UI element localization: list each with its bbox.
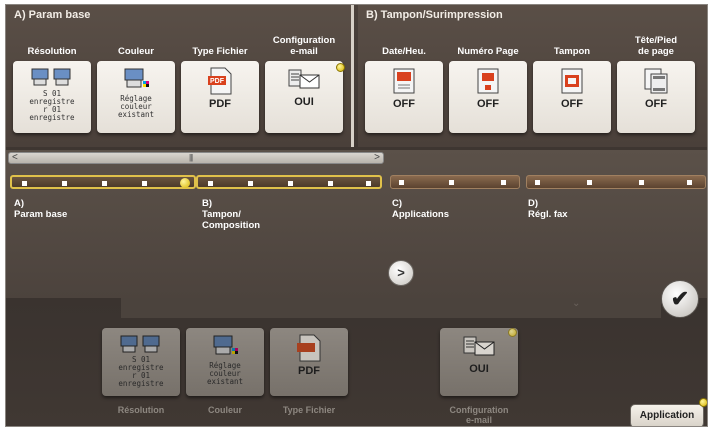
scroll-left-arrow[interactable]: < xyxy=(12,152,18,163)
category-d-letter: D) xyxy=(528,198,539,209)
horizontal-scrollbar[interactable]: < ||| > xyxy=(8,152,384,164)
tampon-tile[interactable]: OFF xyxy=(533,61,611,133)
pdf-file-icon xyxy=(297,334,321,362)
category-c-name: Applications xyxy=(392,209,450,220)
func-tampon-label: Tampon xyxy=(553,46,591,57)
shortcut-config-email[interactable]: OUI xyxy=(440,328,518,396)
email-icon xyxy=(288,69,320,89)
shortcut-config-email-label: Configuration e-mail xyxy=(434,405,524,425)
config-email-value: OUI xyxy=(294,96,314,108)
tete-pied-tile[interactable]: OFF xyxy=(617,61,695,133)
config-email-label-2: e-mail xyxy=(290,46,318,57)
func-numero-page-label: Numéro Page xyxy=(457,46,519,57)
color-scanner-icon xyxy=(124,68,149,88)
date-heure-value: OFF xyxy=(393,98,415,110)
tete-pied-label-1: Tête/Pied xyxy=(634,35,678,46)
shortcut-resolution[interactable]: S 01 enregistre r 01 enregistre xyxy=(102,328,180,396)
shortcut-couleur[interactable]: Réglage couleur existant xyxy=(186,328,264,396)
category-b-name-2: Composition xyxy=(202,220,261,231)
color-scanner-icon xyxy=(213,335,238,355)
func-config-email-label: Configuration e-mail xyxy=(264,33,344,57)
config-email-label-1: Configuration xyxy=(272,35,336,46)
shortcut-tray: ⌄ S 01 enregistre r 01 enregistre Résolu… xyxy=(6,298,707,426)
type-fichier-value: PDF xyxy=(209,98,231,110)
numero-page-value: OFF xyxy=(477,98,499,110)
pdf-file-icon: PDF xyxy=(208,67,232,95)
setting-changed-indicator xyxy=(508,328,517,337)
tete-pied-label-2: de page xyxy=(638,46,674,57)
track-tampon[interactable] xyxy=(196,175,382,189)
track-regl-fax[interactable] xyxy=(526,175,706,189)
shortcut-config-email-value: OUI xyxy=(469,363,489,375)
date-stamp-icon xyxy=(393,68,415,94)
func-type-fichier-label: Type Fichier xyxy=(192,46,248,57)
confirm-check-button[interactable]: ✔ xyxy=(661,280,699,318)
shortcut-type-fichier[interactable]: PDF xyxy=(270,328,348,396)
func-date-heure[interactable]: Date/Heu. OFF xyxy=(364,33,444,133)
copier-control-panel: A) Param base Résolution S 01 enregistre… xyxy=(5,4,708,427)
category-d-name: Régl. fax xyxy=(528,209,568,220)
header-footer-icon xyxy=(644,68,668,94)
tete-pied-value: OFF xyxy=(645,98,667,110)
application-indicator xyxy=(699,398,707,407)
category-b-letter: B) xyxy=(202,198,213,209)
shortcut-couleur-label: Couleur xyxy=(207,405,242,415)
func-tete-pied[interactable]: Tête/Pied de page OFF xyxy=(616,33,696,133)
category-param-base[interactable]: A) Param base xyxy=(14,198,67,220)
panel-param-base: A) Param base Résolution S 01 enregistre… xyxy=(6,5,354,147)
func-tete-pied-label: Tête/Pied de page xyxy=(616,33,696,57)
panel-a-title: A) Param base xyxy=(14,9,91,21)
couleur-value-3: existant xyxy=(117,110,155,119)
svg-text:PDF: PDF xyxy=(210,78,225,85)
shortcut-config-email-label-2: e-mail xyxy=(465,415,492,425)
panel-b-title: B) Tampon/Surimpression xyxy=(366,9,503,21)
category-navigator: < ||| > A) Param base B) Tampon/ Composi… xyxy=(6,150,707,298)
func-resolution[interactable]: Résolution S 01 enregistre r 01 enregist… xyxy=(12,33,92,133)
type-fichier-tile[interactable]: PDF PDF xyxy=(181,61,259,133)
shortcut-config-email-label-1: Configuration xyxy=(449,405,509,415)
shortcut-resolution-label: Résolution xyxy=(117,405,165,415)
shortcut-resolution-value-4: enregistre xyxy=(118,379,164,388)
category-tampon-composition[interactable]: B) Tampon/ Composition xyxy=(202,198,260,231)
shortcut-couleur-value-3: existant xyxy=(206,377,244,386)
func-couleur-label: Couleur xyxy=(118,46,154,57)
tampon-value: OFF xyxy=(561,98,583,110)
scroll-thumb[interactable]: ||| xyxy=(189,153,193,162)
next-page-button[interactable]: > xyxy=(388,260,414,286)
category-a-letter: A) xyxy=(14,198,25,209)
category-c-letter: C) xyxy=(392,198,403,209)
email-icon xyxy=(463,336,495,356)
func-couleur[interactable]: Couleur Réglage couleur existant xyxy=(96,33,176,133)
resolution-tile[interactable]: S 01 enregistre r 01 enregistre xyxy=(13,61,91,133)
func-numero-page[interactable]: Numéro Page OFF xyxy=(448,33,528,133)
category-b-name-1: Tampon/ xyxy=(202,209,241,220)
scroll-right-arrow[interactable]: > xyxy=(374,152,380,163)
shortcut-type-fichier-value: PDF xyxy=(298,365,320,377)
scanner-pair-icon xyxy=(120,335,160,353)
page-number-icon xyxy=(477,68,499,94)
category-applications[interactable]: C) Applications xyxy=(392,198,449,220)
stamp-icon xyxy=(561,68,583,94)
track-position-knob xyxy=(180,178,190,188)
date-heure-tile[interactable]: OFF xyxy=(365,61,443,133)
func-date-heure-label: Date/Heu. xyxy=(382,46,426,57)
setting-changed-indicator xyxy=(336,63,345,72)
track-param-base[interactable] xyxy=(10,175,196,189)
panel-tampon-surimpression: B) Tampon/Surimpression Date/Heu. OFF Nu… xyxy=(358,5,707,147)
chevron-down-icon: ⌄ xyxy=(572,298,581,309)
func-config-email[interactable]: Configuration e-mail OUI xyxy=(264,33,345,133)
scanner-pair-icon xyxy=(31,68,71,86)
numero-page-tile[interactable]: OFF xyxy=(449,61,527,133)
couleur-tile[interactable]: Réglage couleur existant xyxy=(97,61,175,133)
func-type-fichier[interactable]: Type Fichier PDF PDF xyxy=(180,33,260,133)
resolution-value-4: enregistre xyxy=(29,113,75,122)
category-a-name: Param base xyxy=(14,209,68,220)
shortcut-type-fichier-label: Type Fichier xyxy=(282,405,336,415)
track-applications[interactable] xyxy=(390,175,520,189)
func-tampon[interactable]: Tampon OFF xyxy=(532,33,612,133)
application-button[interactable]: Application xyxy=(630,404,704,426)
config-email-tile[interactable]: OUI xyxy=(265,61,343,133)
func-resolution-label: Résolution xyxy=(27,46,77,57)
category-regl-fax[interactable]: D) Régl. fax xyxy=(528,198,568,220)
